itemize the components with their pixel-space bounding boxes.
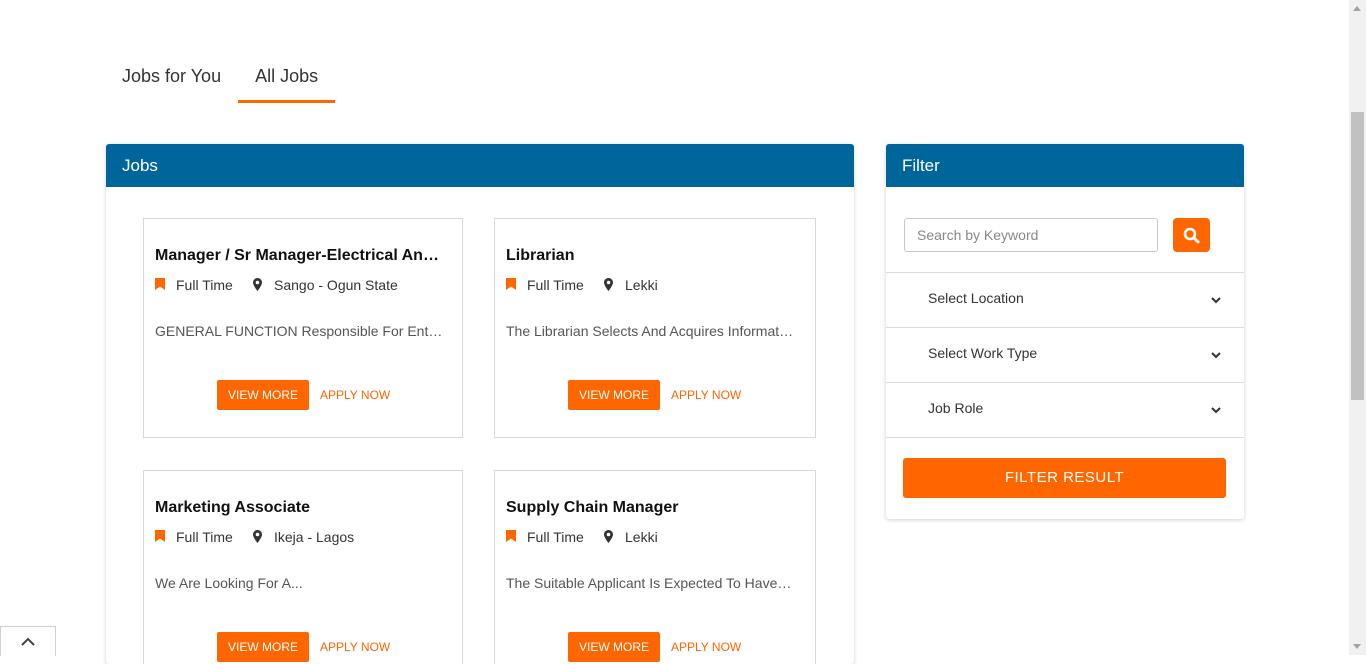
map-pin-icon: [253, 278, 265, 292]
apply-now-link[interactable]: APPLY NOW: [671, 640, 741, 654]
apply-now-link[interactable]: APPLY NOW: [320, 388, 390, 402]
chevron-up-icon: [20, 637, 36, 647]
chevron-down-icon: [1210, 403, 1222, 415]
scroll-down-arrow-icon[interactable]: [1353, 644, 1361, 649]
job-location: Sango - Ogun State: [274, 277, 398, 293]
job-description: GENERAL FUNCTION Responsible For Entire.…: [155, 323, 443, 339]
jobs-panel-title: Jobs: [106, 144, 854, 187]
job-role-dropdown[interactable]: Job Role: [886, 382, 1244, 437]
chevron-down-icon: [1210, 348, 1222, 360]
job-role-label: Job Role: [928, 400, 984, 416]
job-card: Manager / Sr Manager-Electrical And... F…: [143, 218, 463, 438]
filter-result-button[interactable]: FILTER RESULT: [903, 458, 1226, 498]
map-pin-icon: [253, 530, 265, 544]
back-to-top-button[interactable]: [0, 626, 56, 656]
view-more-button[interactable]: VIEW MORE: [568, 380, 661, 410]
job-tabs: Jobs for You All Jobs: [105, 58, 336, 103]
apply-now-link[interactable]: APPLY NOW: [320, 640, 390, 654]
select-work-type-label: Select Work Type: [928, 345, 1038, 361]
search-icon: [1183, 227, 1200, 244]
map-pin-icon: [604, 278, 616, 292]
apply-now-link[interactable]: APPLY NOW: [671, 388, 741, 402]
keyword-search-input[interactable]: [904, 218, 1158, 252]
divider: [886, 437, 1244, 438]
select-location-label: Select Location: [928, 290, 1024, 306]
bookmark-icon: [155, 278, 167, 292]
job-description: The Suitable Applicant Is Expected To Ha…: [506, 575, 794, 591]
job-card: Marketing Associate Full Time Ikeja - La…: [143, 470, 463, 664]
scroll-up-arrow-icon[interactable]: [1353, 6, 1361, 11]
chevron-down-icon: [1210, 293, 1222, 305]
bookmark-icon: [506, 278, 518, 292]
page-scrollbar[interactable]: [1349, 0, 1366, 655]
map-pin-icon: [604, 530, 616, 544]
job-type: Full Time: [527, 277, 584, 293]
job-title[interactable]: Librarian: [506, 247, 791, 265]
tab-jobs-for-you[interactable]: Jobs for You: [105, 58, 238, 101]
job-title[interactable]: Marketing Associate: [155, 499, 440, 517]
bookmark-icon: [506, 530, 518, 544]
view-more-button[interactable]: VIEW MORE: [568, 632, 661, 662]
job-location: Lekki: [625, 277, 658, 293]
job-type: Full Time: [527, 529, 584, 545]
bookmark-icon: [155, 530, 167, 544]
job-location: Ikeja - Lagos: [274, 529, 355, 545]
view-more-button[interactable]: VIEW MORE: [217, 632, 310, 662]
jobs-panel: Jobs Manager / Sr Manager-Electrical And…: [106, 144, 854, 664]
select-work-type-dropdown[interactable]: Select Work Type: [886, 327, 1244, 382]
scroll-thumb[interactable]: [1351, 112, 1364, 400]
view-more-button[interactable]: VIEW MORE: [217, 380, 310, 410]
job-title[interactable]: Manager / Sr Manager-Electrical And...: [155, 247, 440, 265]
job-description: The Librarian Selects And Acquires Infor…: [506, 323, 794, 339]
filter-panel: Filter Select Location Select Work Type …: [886, 144, 1244, 519]
job-location: Lekki: [625, 529, 658, 545]
job-type: Full Time: [176, 529, 233, 545]
select-location-dropdown[interactable]: Select Location: [886, 272, 1244, 327]
job-title[interactable]: Supply Chain Manager: [506, 499, 791, 517]
job-card: Supply Chain Manager Full Time Lekki The…: [494, 470, 816, 664]
job-type: Full Time: [176, 277, 233, 293]
filter-panel-title: Filter: [886, 144, 1244, 187]
job-description: We Are Looking For A...: [155, 575, 303, 591]
tab-all-jobs[interactable]: All Jobs: [238, 58, 336, 103]
job-card: Librarian Full Time Lekki The Librarian …: [494, 218, 816, 438]
search-button[interactable]: [1173, 218, 1210, 252]
